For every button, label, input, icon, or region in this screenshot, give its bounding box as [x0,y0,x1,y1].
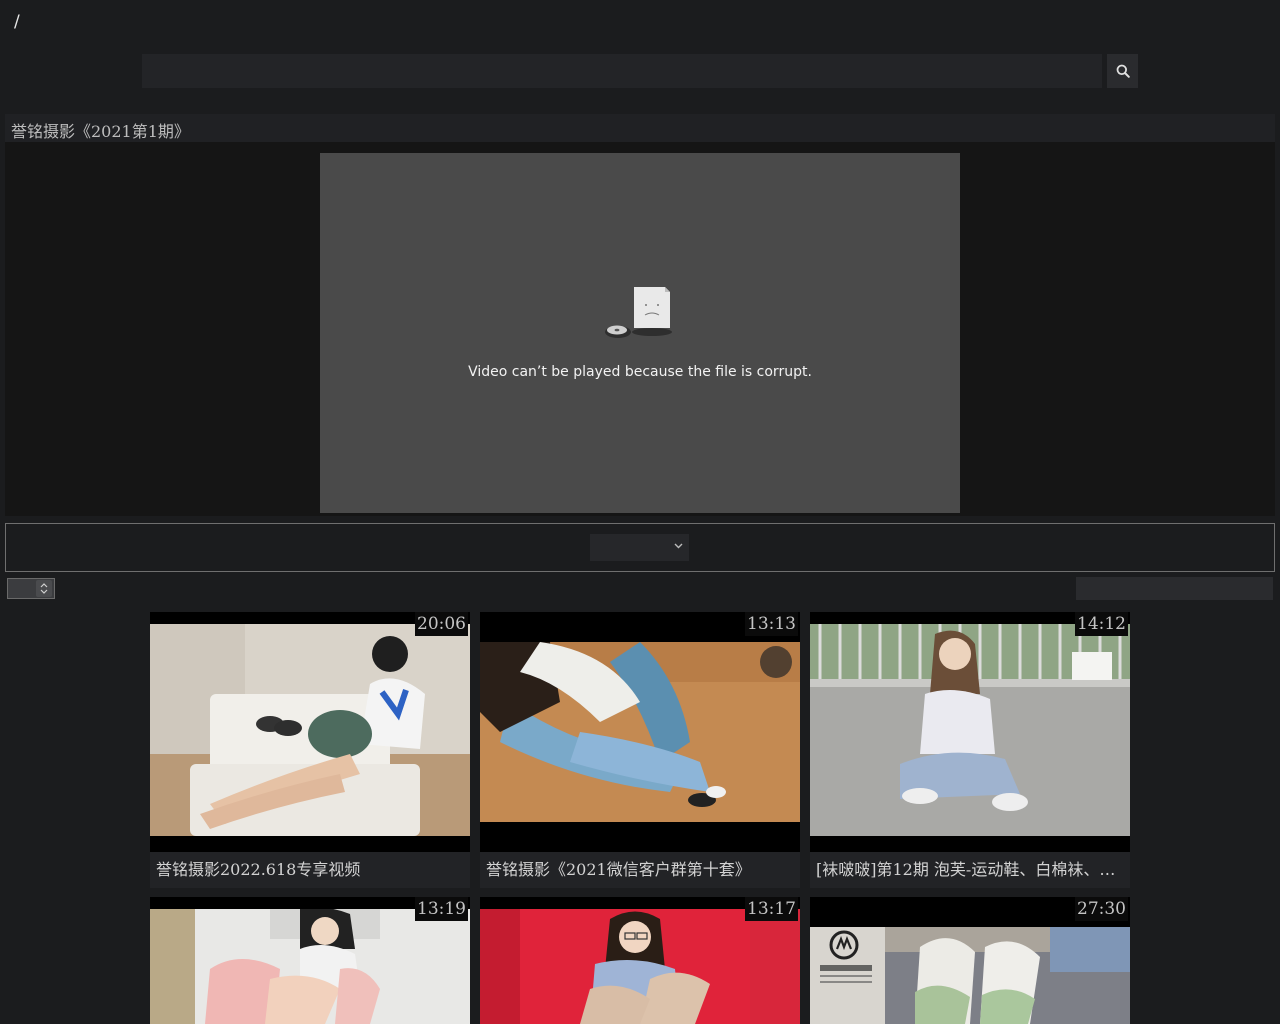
video-duration: 13:17 [745,897,798,921]
video-title[interactable]: 誉铭摄影《2021微信客户群第十套》 [480,852,800,888]
video-duration: 20:06 [415,612,468,636]
video-card[interactable]: 13:13 誉铭摄影《2021微信客户群第十套》 [480,612,800,888]
video-thumbnail [480,909,800,1024]
video-thumbnail [810,624,1130,836]
video-card[interactable]: 14:12 [袜啵啵]第12期 泡芙-运动鞋、白棉袜、… [810,612,1130,888]
video-grid: 20:06 誉铭摄影2022.618专享视频 13:13 誉铭摄影《2021微信… [0,0,1280,1024]
video-card[interactable]: 20:06 誉铭摄影2022.618专享视频 [150,612,470,888]
video-duration: 14:12 [1075,612,1128,636]
video-duration: 27:30 [1075,897,1128,921]
video-thumbnail [150,909,470,1024]
video-title[interactable]: 誉铭摄影2022.618专享视频 [150,852,470,888]
video-card[interactable]: 27:30 [810,897,1130,1024]
video-duration: 13:13 [745,612,798,636]
video-duration: 13:19 [415,897,468,921]
video-card[interactable]: 13:17 [480,897,800,1024]
video-thumbnail [810,927,1130,1024]
video-thumbnail [150,624,470,836]
video-card[interactable]: 13:19 [150,897,470,1024]
video-thumbnail [480,642,800,822]
video-title[interactable]: [袜啵啵]第12期 泡芙-运动鞋、白棉袜、… [810,852,1130,888]
